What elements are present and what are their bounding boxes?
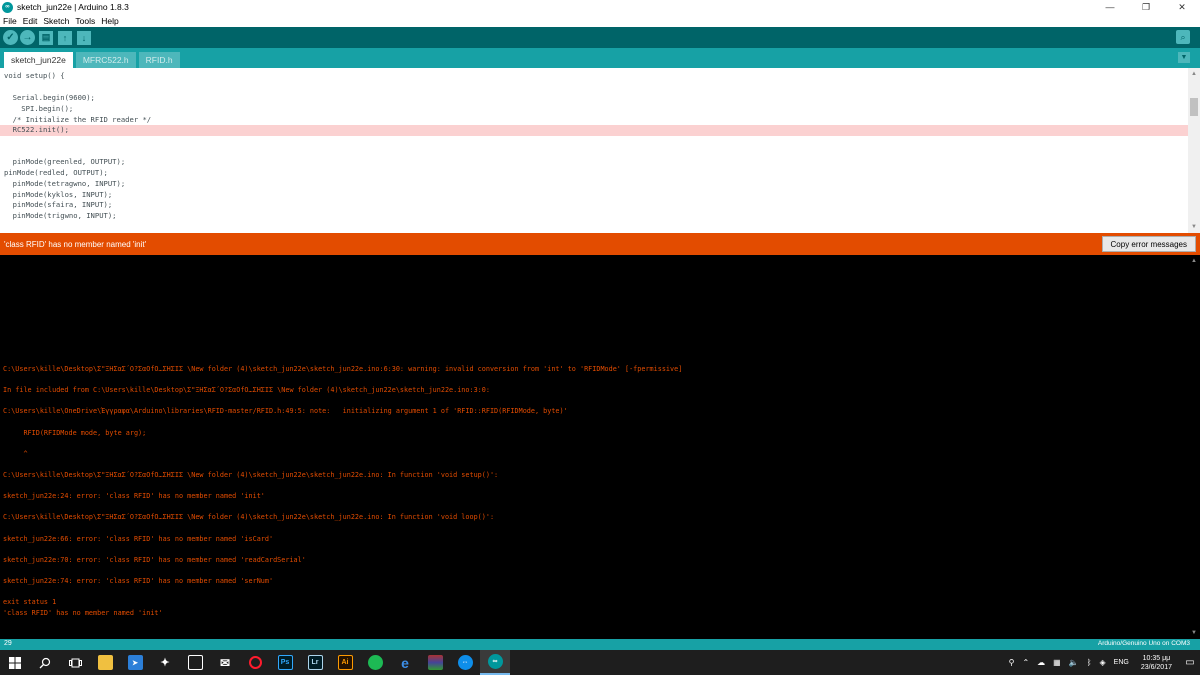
code-line: void setup() { — [4, 71, 65, 80]
console-line: ^ — [3, 450, 28, 458]
console-scrollbar[interactable]: ▲ ▼ — [1188, 255, 1200, 639]
menu-tools[interactable]: Tools — [75, 16, 95, 26]
console-line: sketch_jun22e:66: error: 'class RFID' ha… — [3, 535, 274, 543]
console-line: sketch_jun22e:74: error: 'class RFID' ha… — [3, 577, 274, 585]
tab-sketch-jun22e[interactable]: sketch_jun22e — [4, 52, 73, 68]
illustrator-icon[interactable]: Ai — [330, 650, 360, 675]
file-explorer-icon[interactable] — [90, 650, 120, 675]
clock-time: 10:35 μμ — [1142, 654, 1171, 662]
tab-rfid-h[interactable]: RFID.h — [138, 52, 180, 68]
console-line: sketch_jun22e:24: error: 'class RFID' ha… — [3, 492, 265, 500]
start-windows-icon[interactable] — [0, 650, 30, 675]
onedrive-icon[interactable]: ☁ — [1037, 658, 1045, 667]
code-line: pinMode(greenled, OUTPUT); — [4, 157, 126, 166]
tray-expand-icon[interactable]: ⌃ — [1022, 658, 1029, 667]
code-line: pinMode(kyklos, INPUT); — [4, 189, 113, 199]
arduino-app-icon: ∞ — [2, 1, 13, 13]
clock-date: 23/6/2017 — [1140, 663, 1172, 671]
open-sketch-button[interactable]: ↑ — [58, 30, 72, 45]
toolbar: ✓ → ▤ ↑ ↓ ⌕ — [0, 27, 1200, 48]
save-sketch-button[interactable]: ↓ — [77, 30, 91, 45]
store-icon[interactable] — [180, 650, 210, 675]
console-line: C:\Users\kille\Desktop\Σ"ΞΗΣαΣ΄Ο?ΣαΟfΟ…Σ… — [3, 471, 499, 479]
taskbar-clock[interactable]: 10:35 μμ 23/6/2017 — [1141, 654, 1172, 672]
copy-error-messages-button[interactable]: Copy error messages — [1101, 236, 1196, 252]
task-view-icon[interactable] — [60, 650, 90, 675]
error-bar: 'class RFID' has no member named 'init' … — [0, 233, 1200, 255]
mail-icon[interactable]: ✉ — [210, 650, 240, 675]
photoshop-icon[interactable]: Ps — [270, 650, 300, 675]
scroll-down-icon[interactable]: ▼ — [1190, 629, 1198, 637]
people-icon[interactable]: ⚲ — [1009, 658, 1015, 667]
tab-bar: sketch_jun22e MFRC522.h RFID.h ▼ — [0, 48, 1200, 68]
code-line: /* Initialize the RFID reader */ — [4, 114, 152, 124]
code-line-error-highlight: RC522.init(); — [0, 125, 1188, 136]
cursor-app-icon[interactable]: ➤ — [120, 650, 150, 675]
arduino-taskbar-icon[interactable]: ∞ — [480, 650, 510, 675]
line-number: 29 — [4, 640, 12, 647]
menu-bar: File Edit Sketch Tools Help — [0, 14, 1200, 27]
code-editor[interactable]: void setup() { Serial.begin(9600); SPI.b… — [0, 68, 1200, 233]
error-message: 'class RFID' has no member named 'init' — [4, 239, 147, 249]
serial-monitor-button[interactable]: ⌕ — [1176, 30, 1190, 44]
winrar-icon[interactable] — [420, 650, 450, 675]
search-icon[interactable] — [30, 650, 60, 675]
code-line: pinMode(trigwno, INPUT); — [4, 210, 117, 220]
window-controls: — ❐ ✕ — [1092, 0, 1200, 14]
console-line: RFID(RFIDMode mode, byte arg); — [3, 429, 147, 437]
console-line: 'class RFID' has no member named 'init' — [3, 609, 163, 617]
tab-mfrc522-h[interactable]: MFRC522.h — [75, 52, 136, 68]
console-line: exit status 1 — [3, 598, 57, 606]
spotify-icon[interactable] — [360, 650, 390, 675]
system-tray: ⚲ ⌃ ☁ ▦ 🔈 ᛒ ◈ ENG 10:35 μμ 23/6/2017 ▭ — [1005, 650, 1200, 675]
volume-icon[interactable]: 🔈 — [1069, 658, 1079, 667]
code-line: SPI.begin(); — [4, 104, 74, 113]
action-center-icon[interactable]: ▭ — [1180, 657, 1200, 668]
verify-button[interactable]: ✓ — [3, 30, 18, 45]
close-button[interactable]: ✕ — [1164, 0, 1200, 14]
console-output[interactable]: C:\Users\kille\Desktop\Σ"ΞΗΣαΣ΄Ο?ΣαΟfΟ…Σ… — [0, 255, 1200, 639]
lightroom-icon[interactable]: Lr — [300, 650, 330, 675]
status-bar: 29 Arduino/Genuino Uno on COM3 — [0, 639, 1200, 650]
edge-icon[interactable]: e — [390, 650, 420, 675]
menu-edit[interactable]: Edit — [23, 16, 38, 26]
menu-sketch[interactable]: Sketch — [43, 16, 69, 26]
console-line: C:\Users\kille\Desktop\Σ"ΞΗΣαΣ΄Ο?ΣαΟfΟ…Σ… — [3, 365, 683, 373]
editor-scrollbar[interactable]: ▲ ▼ — [1188, 68, 1200, 233]
tab-menu-chevron-down-icon[interactable]: ▼ — [1178, 52, 1190, 63]
bluetooth-icon[interactable]: ᛒ — [1087, 658, 1092, 667]
teamviewer-icon[interactable]: ⇔ — [450, 650, 480, 675]
network-icon[interactable]: ▦ — [1053, 658, 1061, 667]
code-line: pinMode(sfaira, INPUT); — [4, 200, 113, 209]
console-line: sketch_jun22e:70: error: 'class RFID' ha… — [3, 556, 306, 564]
scroll-up-icon[interactable]: ▲ — [1190, 257, 1198, 265]
menu-file[interactable]: File — [3, 16, 17, 26]
dropbox-icon[interactable]: ✦ — [150, 650, 180, 675]
minimize-button[interactable]: — — [1092, 0, 1128, 14]
new-sketch-button[interactable]: ▤ — [39, 30, 53, 45]
scroll-up-icon[interactable]: ▲ — [1190, 70, 1198, 78]
code-line: pinMode(tetragwno, INPUT); — [4, 179, 126, 188]
window-title: sketch_jun22e | Arduino 1.8.3 — [17, 2, 129, 12]
console-line: C:\Users\kille\OneDrive\Έγγραφα\Arduino\… — [3, 407, 568, 415]
code-line: pinMode(redled, OUTPUT); — [4, 168, 108, 177]
code-line: Serial.begin(9600); — [4, 93, 95, 102]
scroll-down-icon[interactable]: ▼ — [1190, 223, 1198, 231]
title-bar: ∞ sketch_jun22e | Arduino 1.8.3 — ❐ ✕ — [0, 0, 1200, 14]
windows-taskbar: ➤ ✦ ✉ Ps Lr Ai e ⇔ ∞ ⚲ ⌃ ☁ ▦ 🔈 ᛒ ◈ ENG 1… — [0, 650, 1200, 675]
console-line: C:\Users\kille\Desktop\Σ"ΞΗΣαΣ΄Ο?ΣαΟfΟ…Σ… — [3, 513, 495, 521]
input-language[interactable]: ENG — [1114, 659, 1129, 666]
opera-icon[interactable] — [240, 650, 270, 675]
editor-scroll-thumb[interactable] — [1190, 98, 1198, 116]
board-port-status: Arduino/Genuino Uno on COM3 — [1097, 640, 1190, 647]
tray-app-icon[interactable]: ◈ — [1100, 658, 1106, 667]
upload-button[interactable]: → — [20, 30, 35, 45]
console-line: In file included from C:\Users\kille\Des… — [3, 386, 490, 394]
maximize-button[interactable]: ❐ — [1128, 0, 1164, 14]
menu-help[interactable]: Help — [101, 16, 118, 26]
